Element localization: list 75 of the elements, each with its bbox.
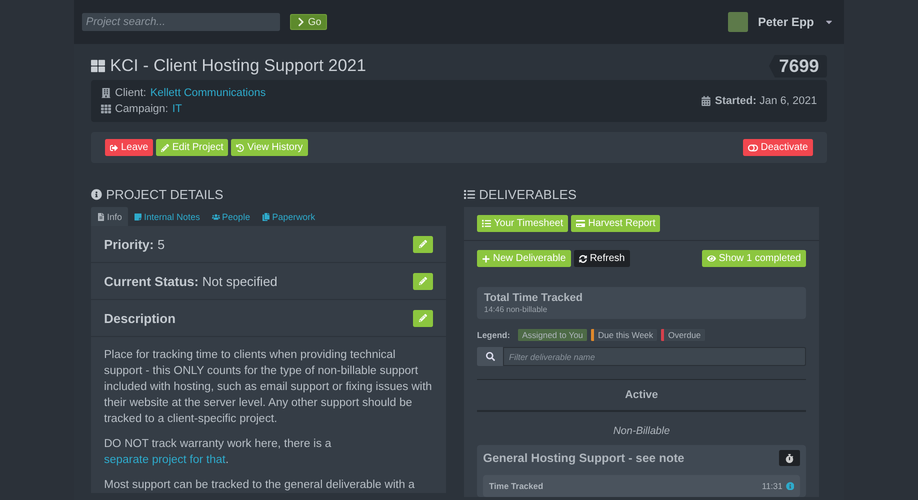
tab[interactable]: Info (91, 207, 128, 226)
tab-icon (97, 212, 105, 220)
button-icon (161, 144, 170, 152)
toolbar-button[interactable]: Harvest Report (571, 215, 660, 232)
leave-button[interactable]: Leave (105, 139, 154, 156)
project-title: KCI - Client Hosting Support 2021 (91, 56, 366, 76)
description-paragraph: Most support can be tracked to the general deliverable with a (103, 478, 416, 493)
total-time-title: Total Time Tracked (484, 292, 584, 304)
new-deliverable-button[interactable]: New Deliverable (477, 250, 571, 267)
building-icon (101, 88, 111, 98)
edit-button[interactable] (413, 272, 433, 290)
campaign-label: Campaign: (115, 102, 168, 117)
refresh-icon (578, 254, 587, 262)
plus-icon (482, 254, 490, 262)
project-link[interactable]: separate project for that (104, 454, 226, 466)
time-value: 11:31 (762, 481, 782, 491)
info-icon (91, 188, 102, 200)
field-text: Current Status: Not specified (104, 274, 278, 288)
group-title: Non-Billable (613, 425, 670, 437)
tab-icon (262, 212, 270, 220)
action-button[interactable]: View History (231, 139, 308, 156)
grid-icon (91, 59, 105, 73)
filter-field[interactable]: Filter deliverable name (503, 347, 806, 366)
time-label: Time Tracked (489, 481, 544, 491)
deactivate-button[interactable]: Deactivate (742, 139, 813, 156)
refresh-button[interactable]: Refresh (574, 250, 630, 267)
client-link[interactable]: Kellett Communications (150, 85, 266, 101)
pencil-icon (419, 277, 427, 285)
avatar-placeholder (728, 12, 748, 32)
search-icon (486, 352, 494, 361)
tab[interactable]: People (206, 207, 256, 226)
description-label: Description (104, 310, 176, 326)
go-button[interactable]: Go (290, 14, 328, 30)
button-icon (236, 144, 244, 152)
pencil-icon (419, 240, 427, 248)
edit-button[interactable] (413, 236, 433, 252)
project-search-field[interactable]: Project search... (82, 13, 280, 31)
chevron-icon (296, 17, 306, 27)
legend-tag: Overdue (661, 329, 705, 341)
tab[interactable]: Internal Notes (128, 207, 206, 226)
description-paragraph: DO NOT track warranty work here, there is a separate project for that. (103, 437, 332, 468)
client-label: Client: (115, 86, 146, 101)
tab-icon (134, 212, 142, 220)
tab[interactable]: Paperwork (256, 207, 322, 226)
button-icon (576, 219, 586, 228)
timer-button[interactable] (779, 450, 800, 466)
toggle-icon (748, 142, 758, 152)
campaign-link[interactable]: IT (172, 101, 182, 117)
info-icon (786, 482, 794, 490)
legend-tag: Due this Week (591, 329, 658, 341)
deliverable-title: General Hosting Support - see note (483, 451, 684, 465)
show-completed-button[interactable]: Show 1 completed (702, 250, 806, 267)
edit-button[interactable] (413, 310, 433, 326)
eye-icon (706, 254, 716, 263)
started-date: Started: Jan 6, 2021 (714, 94, 817, 109)
project-number-tag: 7699 (768, 54, 827, 78)
button-icon (110, 144, 118, 152)
legend-tag: Assigned to You (518, 329, 588, 341)
action-button[interactable]: Edit Project (156, 139, 228, 156)
total-time-value: 14:46 non-billable (484, 305, 548, 314)
section-title: Active (624, 389, 658, 401)
list-icon (464, 188, 475, 200)
tab-icon (212, 212, 220, 220)
legend-label: Legend: (477, 330, 510, 340)
section-heading: PROJECT DETAILS (91, 185, 446, 203)
stopwatch-icon (785, 454, 794, 462)
user-name[interactable]: Peter Epp (758, 15, 814, 29)
field-text: Priority: 5 (104, 236, 165, 252)
button-icon (482, 219, 491, 228)
toolbar-button[interactable]: Your Timesheet (477, 215, 568, 232)
grid-icon (101, 104, 111, 114)
description-paragraph: Place for tracking time to clients when providing technical support - this ONLY counts for the type of non-billable support included with hosting, such as email support or fixing issues with their website at the server level. Any other support should be tracked to a client-specific project. (103, 348, 433, 427)
section-heading: DELIVERABLES (464, 185, 819, 203)
pencil-icon (419, 314, 427, 322)
calendar-icon (700, 96, 711, 106)
